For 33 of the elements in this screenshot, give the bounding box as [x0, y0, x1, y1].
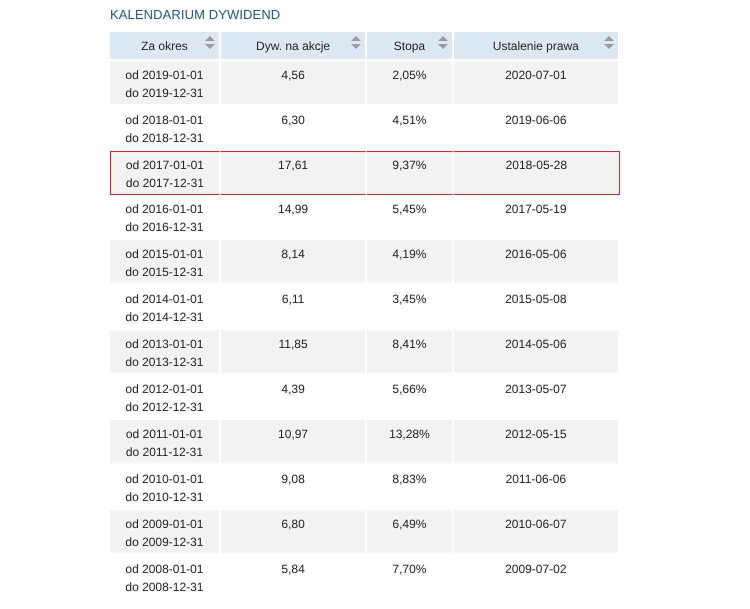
table-cell: od 2009-01-01 do 2009-12-31 [110, 510, 221, 555]
table-cell: od 2017-01-01 do 2017-12-31 [110, 151, 221, 195]
table-cell: 2020-07-01 [454, 61, 620, 106]
column-header[interactable]: Ustalenie prawa [454, 32, 620, 61]
table-cell: 6,49% [367, 510, 454, 555]
table-cell: 10,97 [220, 420, 368, 465]
table-cell: od 2013-01-01 do 2013-12-31 [110, 330, 221, 375]
sort-icon [351, 36, 362, 50]
sort-icon [604, 36, 614, 50]
column-header[interactable]: Stopa [367, 32, 454, 61]
table-cell: 6,80 [220, 510, 368, 555]
section-title: KALENDARIUM DYWIDEND [110, 7, 282, 22]
table-cell: od 2019-01-01 do 2019-12-31 [110, 61, 221, 106]
table-cell: 2018-05-28 [454, 151, 620, 195]
column-header[interactable]: Dyw. na akcje [220, 32, 368, 61]
table-cell: 8,41% [367, 330, 454, 375]
table-cell: 2014-05-06 [454, 330, 620, 375]
table-cell: 11,85 [220, 330, 368, 375]
table-cell: 2,05% [367, 61, 454, 106]
table-cell: 13,28% [367, 420, 454, 465]
table-cell: 8,14 [220, 240, 368, 285]
table-cell: 17,61 [220, 151, 368, 195]
table-cell: od 2015-01-01 do 2015-12-31 [110, 240, 221, 285]
table-cell: 2010-06-07 [454, 510, 620, 555]
table-cell: 4,56 [220, 61, 368, 106]
table-cell: 2016-05-06 [454, 240, 620, 285]
sort-icon [204, 36, 215, 50]
table-cell: od 2011-01-01 do 2011-12-31 [110, 420, 221, 465]
sort-icon [438, 36, 448, 50]
table-cell: 2012-05-15 [454, 420, 620, 465]
table-cell: 9,37% [367, 151, 454, 195]
table-cell: 4,19% [367, 240, 454, 285]
column-header[interactable]: Za okres [110, 32, 221, 61]
